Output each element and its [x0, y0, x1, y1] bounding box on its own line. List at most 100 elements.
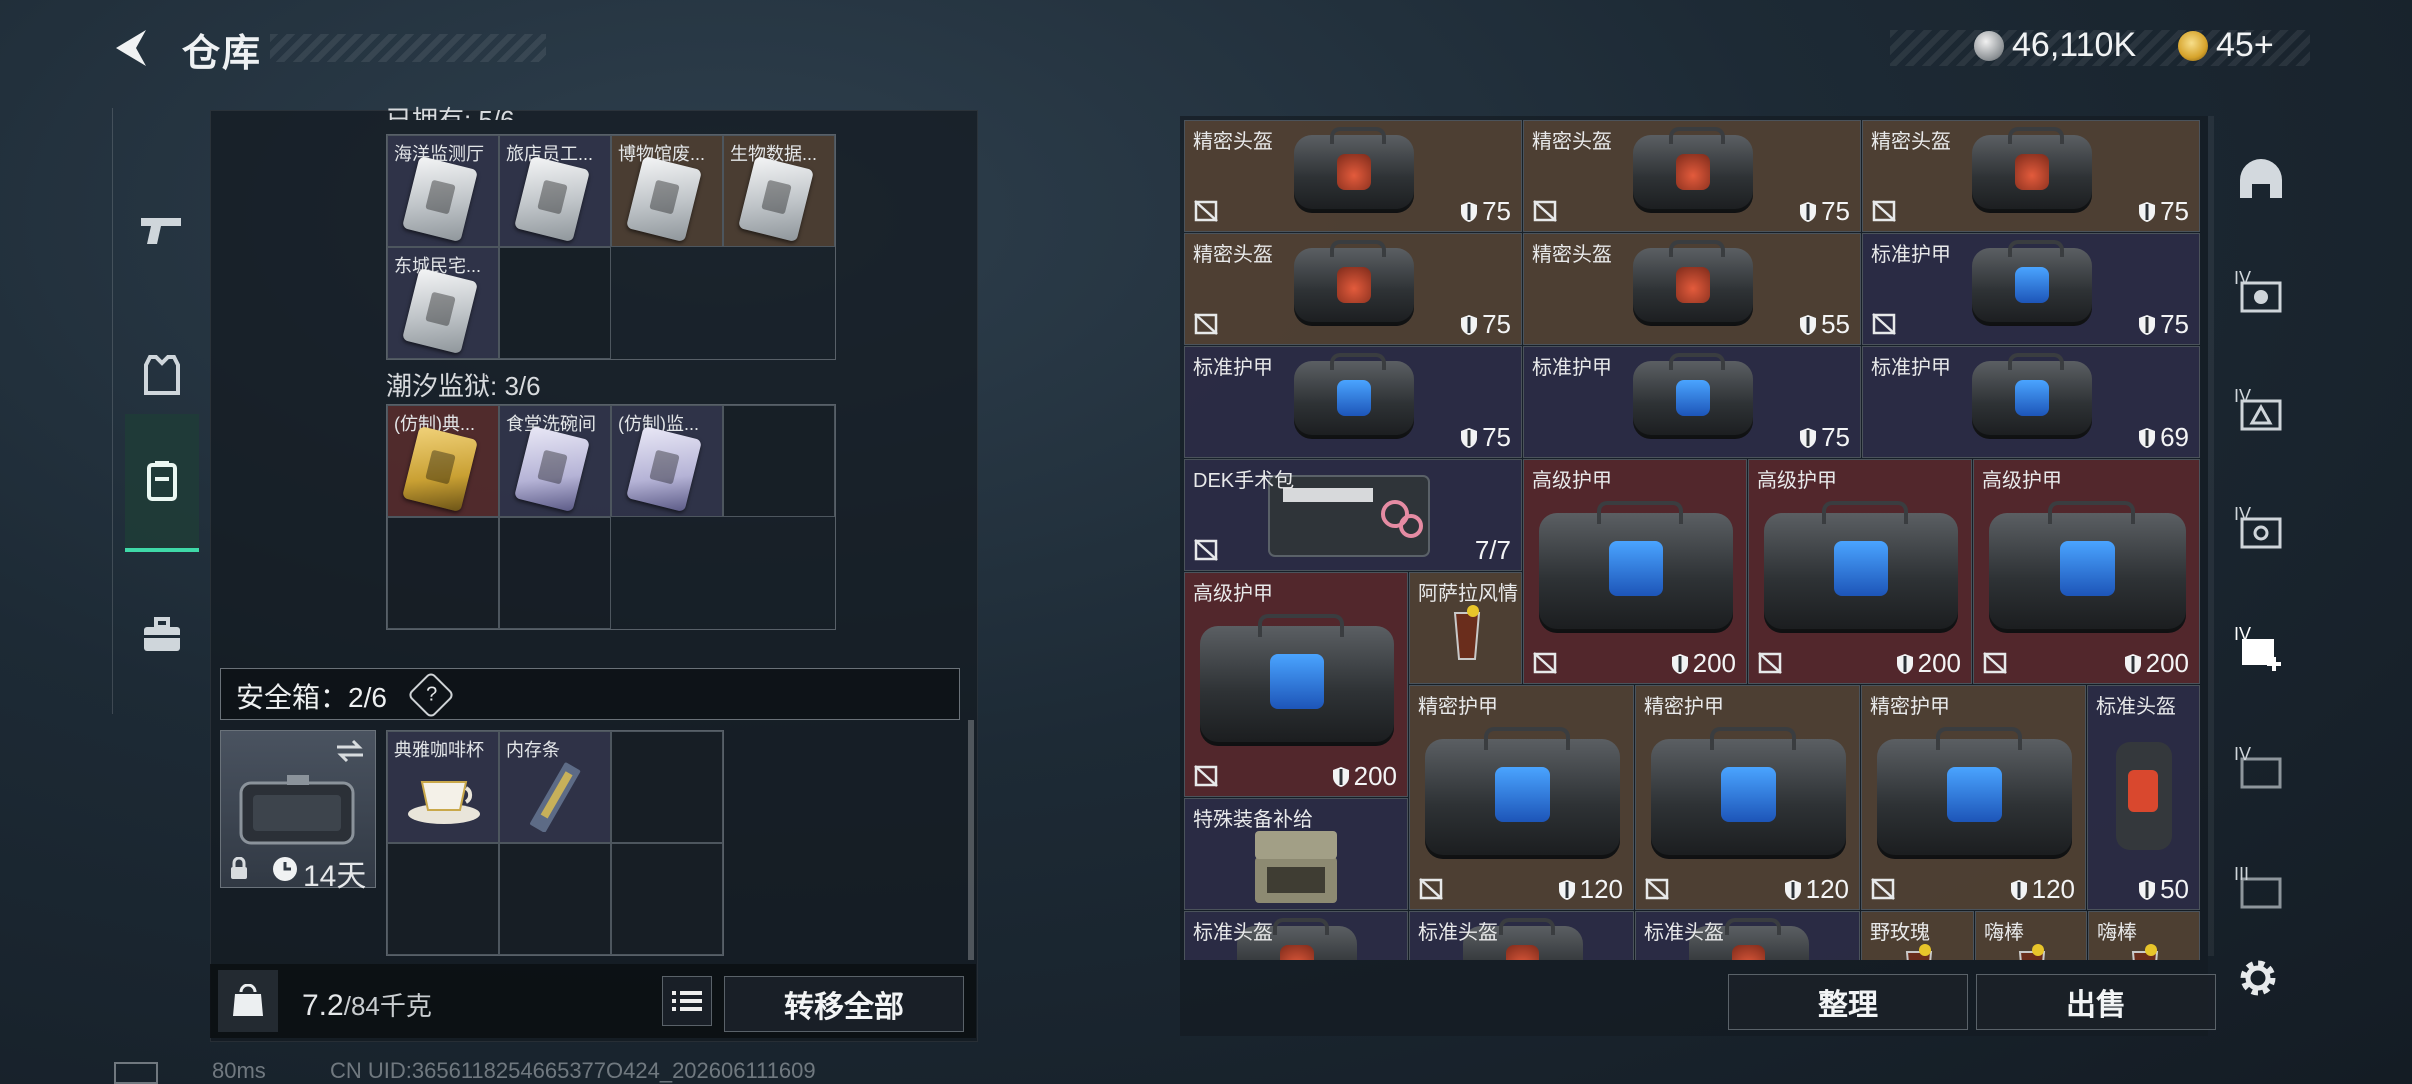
safe-box-item[interactable]: 14天	[220, 730, 376, 893]
backpack-scrollbar[interactable]	[2208, 116, 2214, 956]
durability: 75	[1460, 422, 1511, 453]
coin-currency[interactable]: 46,110K	[1974, 26, 2136, 65]
page-title: 仓库	[182, 33, 263, 75]
iii-slot-button[interactable]: III	[2234, 864, 2288, 918]
armor-icon	[1425, 726, 1620, 859]
backpack-item[interactable]: 高级护甲 200	[1523, 459, 1747, 684]
backpack-item[interactable]: 阿萨拉风情	[1409, 572, 1522, 684]
item-label: 标准护甲	[1871, 357, 1951, 379]
transfer-all-button[interactable]: 转移全部	[724, 976, 964, 1032]
keycard-item[interactable]: 博物馆废...	[611, 135, 723, 247]
back-button[interactable]	[112, 26, 156, 70]
backpack-item[interactable]: 精密护甲 120	[1409, 685, 1634, 910]
backpack-item[interactable]: DEK手术包 7/7	[1184, 459, 1522, 571]
keycard-item[interactable]: (仿制)典...	[387, 405, 499, 517]
backpack-item[interactable]: 标准护甲 75	[1184, 346, 1522, 458]
backpack-item[interactable]: 高级护甲 200	[1973, 459, 2200, 684]
list-view-button[interactable]	[662, 976, 712, 1026]
empty-slot[interactable]	[387, 843, 499, 955]
backpack-item[interactable]: 标准护甲 69	[1862, 346, 2200, 458]
empty-slot[interactable]	[387, 517, 499, 629]
item-label: 精密护甲	[1418, 696, 1498, 718]
durability-value: 120	[2031, 874, 2075, 904]
safe-box-grid: 典雅咖啡杯 内存条	[386, 730, 724, 956]
backpack-item[interactable]: 野玫瑰	[1861, 911, 1974, 960]
helmet-icon	[1294, 127, 1414, 213]
iv-add-slot-button[interactable]: IV	[2234, 624, 2288, 678]
gem-icon	[2178, 30, 2208, 61]
durability-value: 75	[1821, 196, 1850, 226]
iv-armor-slot-button[interactable]: IV	[2234, 268, 2288, 322]
item-label: 精密护甲	[1870, 696, 1950, 718]
backpack-item[interactable]: 嗨棒	[2088, 911, 2200, 960]
safe-item-coffee-cup[interactable]: 典雅咖啡杯	[387, 731, 499, 843]
backpack-item[interactable]: 高级护甲 200	[1748, 459, 1972, 684]
empty-slot[interactable]	[499, 247, 611, 359]
keycard-item[interactable]: 旅店员工...	[499, 135, 611, 247]
keycard-item[interactable]: (仿制)监...	[611, 405, 723, 517]
backpack-item[interactable]: 嗨棒	[1975, 911, 2087, 960]
durability: 120	[1558, 874, 1623, 905]
backpack-item[interactable]: 标准头盔	[1184, 911, 1408, 960]
item-label: 标准护甲	[1532, 357, 1612, 379]
durability-value: 75	[1482, 422, 1511, 452]
backpack-item[interactable]: 标准头盔 50	[2087, 685, 2200, 910]
durability-value: 120	[1579, 874, 1623, 904]
backpack-item[interactable]: 标准头盔	[1635, 911, 1860, 960]
item-label: 嗨棒	[2097, 922, 2137, 944]
backpack-item[interactable]: 精密头盔 55	[1523, 233, 1861, 345]
keycard-item[interactable]: 食堂洗碗间	[499, 405, 611, 517]
backpack-item[interactable]: 标准头盔	[1409, 911, 1634, 960]
empty-slot[interactable]	[723, 405, 835, 517]
help-icon: ?	[426, 683, 438, 706]
iv-box-slot-button[interactable]: IV	[2234, 744, 2288, 798]
durability: 75	[1460, 309, 1511, 340]
durability: 69	[2138, 422, 2189, 453]
tab-briefcase[interactable]	[125, 568, 199, 702]
backpack-item[interactable]: 精密头盔 75	[1862, 120, 2200, 232]
backpack-item[interactable]: 标准护甲 75	[1523, 346, 1861, 458]
item-label: 标准护甲	[1193, 357, 1273, 379]
keycard-item[interactable]: 海洋监测厅	[387, 135, 499, 247]
item-label: 高级护甲	[1982, 470, 2062, 492]
keycard-icon	[401, 425, 479, 513]
item-label: 精密头盔	[1532, 244, 1612, 266]
helmet-icon	[1972, 127, 2092, 213]
backpack-item[interactable]: 精密头盔 75	[1523, 120, 1861, 232]
helmet-icon	[1633, 240, 1753, 326]
weight-icon	[233, 984, 263, 1016]
gem-currency[interactable]: 45+	[2178, 26, 2274, 65]
durability-value: 120	[1805, 874, 1849, 904]
backpack-item[interactable]: 高级护甲 200	[1184, 572, 1408, 797]
backpack-item[interactable]: 精密护甲 120	[1861, 685, 2086, 910]
left-tab-bar	[112, 108, 205, 714]
iv-bag-slot-button[interactable]: IV	[2234, 504, 2288, 558]
durability-value: 200	[1917, 648, 1961, 678]
shield-icon	[1800, 427, 1817, 448]
item-label: 精密护甲	[1644, 696, 1724, 718]
item-label: 标准头盔	[2096, 696, 2176, 718]
keycard-item[interactable]: 东城民宅...	[387, 247, 499, 359]
sell-button[interactable]: 出售	[1976, 974, 2216, 1030]
backpack-item[interactable]: 精密头盔 75	[1184, 233, 1522, 345]
backpack-item[interactable]: 精密护甲 120	[1635, 685, 1860, 910]
empty-slot[interactable]	[611, 731, 723, 843]
shield-icon	[1800, 201, 1817, 222]
keycard-icon	[401, 155, 479, 243]
tab-weapons[interactable]	[125, 164, 199, 298]
backpack-item[interactable]: 精密头盔 75	[1184, 120, 1522, 232]
iv-vest-slot-button[interactable]: IV	[2234, 386, 2288, 440]
tab-storage[interactable]	[125, 414, 199, 552]
backpack-item[interactable]: 标准护甲 75	[1862, 233, 2200, 345]
empty-slot[interactable]	[611, 843, 723, 955]
safe-item-memory-stick[interactable]: 内存条	[499, 731, 611, 843]
sort-button[interactable]: 整理	[1728, 974, 1968, 1030]
backpack-item[interactable]: 特殊装备补给	[1184, 798, 1408, 910]
empty-slot[interactable]	[499, 517, 611, 629]
settings-button[interactable]	[2236, 956, 2280, 1000]
empty-slot[interactable]	[499, 843, 611, 955]
keycard-item[interactable]: 生物数据...	[723, 135, 835, 247]
scrollbar[interactable]	[968, 720, 974, 960]
swap-icon	[337, 739, 363, 763]
helmet-slot-button[interactable]	[2234, 154, 2288, 208]
